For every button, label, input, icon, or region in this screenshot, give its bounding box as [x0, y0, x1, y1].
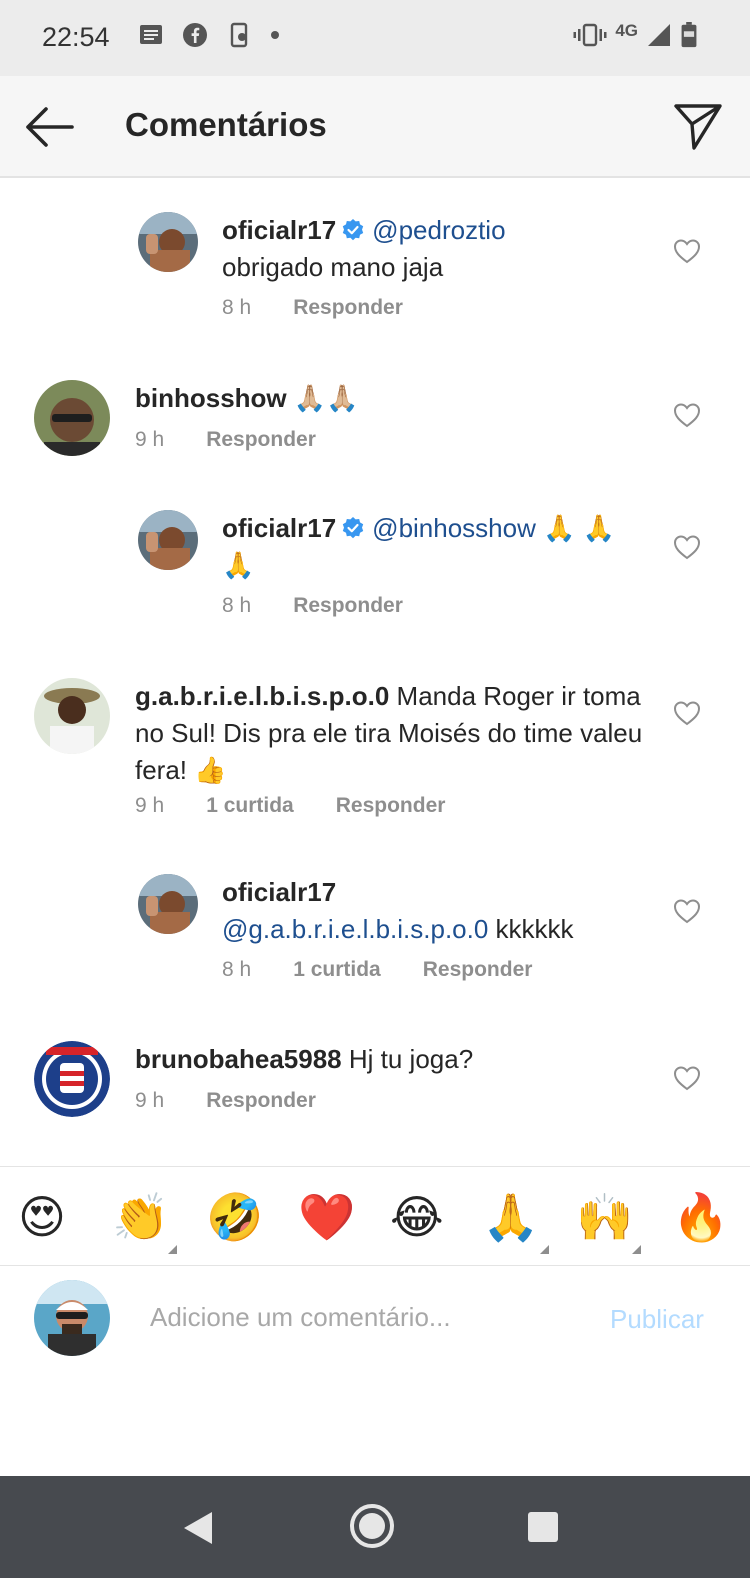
comment-username[interactable]: brunobahea5988	[135, 1044, 342, 1074]
comment-body: oficialr17 @binhosshow 🙏 🙏🙏	[222, 510, 642, 584]
comment-time: 8 h	[222, 594, 252, 617]
publish-button[interactable]: Publicar	[610, 1304, 704, 1335]
comment-username[interactable]: g.a.b.r.i.e.l.b.i.s.p.o.0	[135, 681, 389, 711]
emoji-fire-button[interactable]: 🔥	[672, 1191, 729, 1243]
comment-meta: 9 h Responder	[135, 428, 316, 452]
reply-button[interactable]: Responder	[336, 794, 446, 818]
comment-meta: 8 h Responder	[222, 594, 403, 618]
emoji-heart-button[interactable]: ❤️	[298, 1191, 355, 1243]
like-heart-icon[interactable]	[673, 898, 701, 924]
comment-username[interactable]: oficialr17	[222, 513, 336, 543]
comment-meta: 9 h Responder	[135, 1089, 316, 1113]
comment-time: 9 h	[135, 428, 165, 451]
message-icon	[140, 25, 162, 44]
back-triangle-icon[interactable]	[180, 1508, 216, 1548]
status-bar: 22:54 4G	[0, 0, 750, 76]
comment-time: 9 h	[135, 794, 165, 817]
avatar[interactable]	[34, 678, 110, 754]
vibrate-icon	[573, 23, 607, 47]
recents-square-icon[interactable]	[526, 1510, 560, 1544]
comment-text: kkkkkk	[495, 914, 574, 944]
system-icons: 4G	[573, 21, 698, 48]
verified-badge-icon	[342, 517, 364, 539]
system-nav-bar	[0, 1476, 750, 1578]
comment-body: binhosshow 🙏🏼🙏🏼	[135, 380, 645, 417]
comment-meta: 9 h 1 curtida Responder	[135, 794, 445, 818]
arrow-left-icon[interactable]	[22, 102, 76, 152]
comment-meta: 8 h Responder	[222, 296, 403, 320]
avatar[interactable]	[138, 212, 198, 272]
comment-input[interactable]	[150, 1294, 570, 1340]
reply-button[interactable]: Responder	[206, 1089, 316, 1113]
avatar[interactable]	[34, 1041, 110, 1117]
like-heart-icon[interactable]	[673, 1065, 701, 1091]
battery-icon	[681, 22, 697, 48]
comment-username[interactable]: binhosshow	[135, 383, 287, 413]
avatar[interactable]	[138, 510, 198, 570]
comment-reply: oficialr17 @pedroztio obrigado mano jaja 8…	[0, 180, 750, 340]
reply-button[interactable]: Responder	[293, 594, 403, 618]
like-heart-icon[interactable]	[673, 402, 701, 428]
comment-body: g.a.b.r.i.e.l.b.i.s.p.o.0 Manda Roger ir…	[135, 678, 645, 789]
emoji-raised-hands-button[interactable]: 🙌	[576, 1191, 633, 1243]
comment: binhosshow 🙏🏼🙏🏼 9 h Responder	[0, 360, 750, 480]
dot-icon	[271, 31, 279, 39]
avatar[interactable]	[34, 380, 110, 456]
comment: g.a.b.r.i.e.l.b.i.s.p.o.0 Manda Roger ir…	[0, 660, 750, 840]
comment-reply: oficialr17 @g.a.b.r.i.e.l.b.i.s.p.o.0 kkk…	[0, 860, 750, 1010]
comments-list[interactable]: oficialr17 @pedroztio obrigado mano jaja 8…	[0, 180, 750, 1170]
emoji-quick-bar: 😍 👏 🤣 ❤️ 😂 🙏 🙌 🔥	[0, 1166, 750, 1266]
home-circle-icon[interactable]	[348, 1502, 396, 1550]
comment-time: 9 h	[135, 1089, 165, 1112]
like-heart-icon[interactable]	[673, 238, 701, 264]
verified-badge-icon	[342, 219, 364, 241]
reply-button[interactable]: Responder	[293, 296, 403, 320]
avatar	[34, 1280, 110, 1356]
status-time: 22:54	[42, 22, 110, 52]
likes-count[interactable]: 1 curtida	[293, 958, 381, 982]
emoji-clap-button[interactable]: 👏	[112, 1191, 169, 1243]
comment-composer: Publicar	[0, 1268, 750, 1378]
notification-icons	[138, 22, 280, 48]
facebook-icon	[183, 23, 207, 47]
comment: brunobahea5988 Hj tu joga? 9 h Responder	[0, 1025, 750, 1155]
comment-meta: 8 h 1 curtida Responder	[222, 958, 532, 982]
skin-tone-indicator	[540, 1245, 549, 1254]
comment-username[interactable]: oficialr17	[222, 215, 336, 245]
comment-username[interactable]: oficialr17	[222, 877, 336, 907]
like-heart-icon[interactable]	[673, 534, 701, 560]
comment-body: oficialr17 @pedroztio obrigado mano jaja	[222, 212, 642, 286]
reply-button[interactable]: Responder	[206, 428, 316, 452]
emoji-heart-eyes-button[interactable]: 😍	[18, 1191, 66, 1243]
skin-tone-indicator	[168, 1245, 177, 1254]
comment-text: Hj tu joga?	[348, 1044, 474, 1074]
page-title: Comentários	[125, 106, 327, 143]
comment-mention[interactable]: @binhosshow	[372, 513, 536, 543]
comment-reply: oficialr17 @binhosshow 🙏 🙏🙏 8 h Responder	[0, 490, 750, 640]
emoji-rofl-button[interactable]: 🤣	[206, 1191, 263, 1243]
like-heart-icon[interactable]	[673, 700, 701, 726]
screenshot-icon	[230, 22, 248, 48]
comment-text: 🙏🏼🙏🏼	[293, 383, 359, 413]
emoji-joy-button[interactable]: 😂	[390, 1191, 444, 1243]
comment-body: brunobahea5988 Hj tu joga?	[135, 1041, 645, 1078]
paper-plane-icon[interactable]	[672, 100, 724, 152]
comment-time: 8 h	[222, 958, 252, 981]
network-4g-icon: 4G	[615, 21, 638, 40]
reply-button[interactable]: Responder	[423, 958, 533, 982]
avatar[interactable]	[138, 874, 198, 934]
comment-mention[interactable]: @pedroztio	[372, 215, 505, 245]
likes-count[interactable]: 1 curtida	[206, 794, 294, 818]
signal-icon	[648, 24, 670, 46]
comment-time: 8 h	[222, 296, 252, 319]
comment-mention[interactable]: @g.a.b.r.i.e.l.b.i.s.p.o.0	[222, 914, 488, 944]
comment-body: oficialr17 @g.a.b.r.i.e.l.b.i.s.p.o.0 kkk…	[222, 874, 642, 948]
skin-tone-indicator	[632, 1245, 641, 1254]
comment-text: obrigado mano jaja	[222, 252, 444, 282]
emoji-pray-button[interactable]: 🙏	[482, 1191, 539, 1243]
app-header: Comentários	[0, 76, 750, 178]
